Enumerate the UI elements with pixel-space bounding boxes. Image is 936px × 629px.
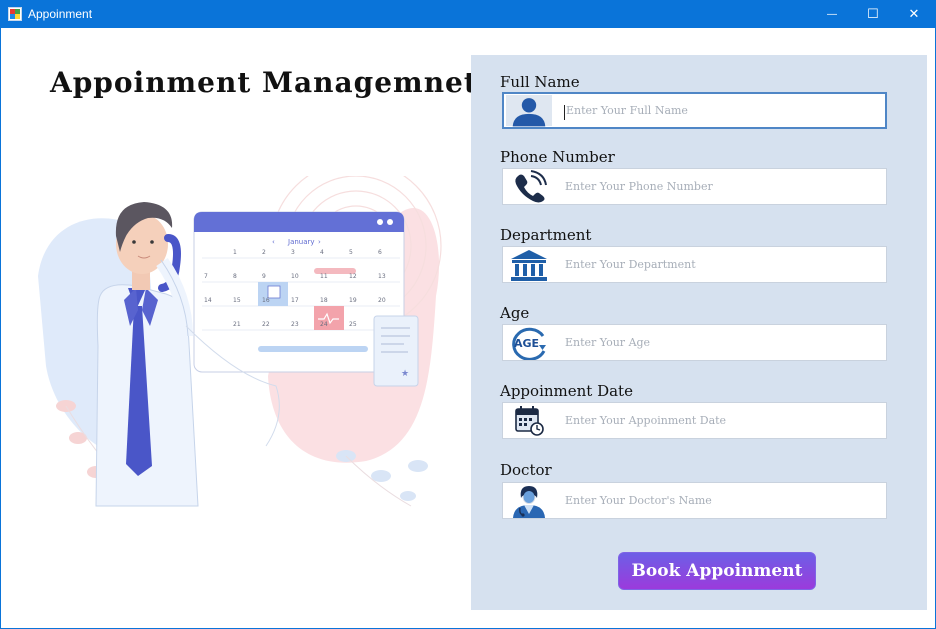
calendar-day-18: 18 bbox=[320, 297, 328, 304]
full-name-label: Full Name bbox=[500, 73, 580, 91]
maximize-button[interactable]: ☐ bbox=[853, 0, 893, 28]
age-input[interactable] bbox=[565, 325, 881, 360]
doctor-field[interactable] bbox=[502, 482, 887, 519]
minimize-button[interactable]: — bbox=[812, 0, 852, 28]
calendar-day-8: 8 bbox=[233, 273, 237, 280]
person-icon bbox=[506, 95, 552, 126]
calendar-day-21: 21 bbox=[233, 321, 241, 328]
phone-number-input[interactable] bbox=[565, 169, 881, 204]
page-title: Appoinment Managemnet bbox=[50, 66, 478, 99]
appoinment-date-field[interactable] bbox=[502, 402, 887, 439]
title-bar: Appoinment — ☐ ✕ bbox=[0, 0, 936, 28]
phone-icon bbox=[506, 169, 552, 202]
calendar-day-5: 5 bbox=[349, 249, 353, 256]
calendar-day-17: 17 bbox=[291, 297, 299, 304]
calendar-day-2: 2 bbox=[262, 249, 266, 256]
building-icon bbox=[506, 249, 552, 281]
close-button[interactable]: ✕ bbox=[894, 0, 934, 28]
calendar-day-20: 20 bbox=[378, 297, 386, 304]
age-icon-text: AGE bbox=[514, 337, 539, 350]
calendar-day-24: 24 bbox=[320, 321, 328, 328]
calendar-day-10: 10 bbox=[291, 273, 299, 280]
calendar-day-7: 7 bbox=[204, 273, 208, 280]
text-caret bbox=[564, 105, 565, 120]
calendar-day-6: 6 bbox=[378, 249, 382, 256]
calendar-clock-icon bbox=[506, 405, 552, 436]
calendar-day-15: 15 bbox=[233, 297, 241, 304]
calendar-month-label: January bbox=[287, 238, 315, 246]
close-icon: ✕ bbox=[908, 6, 920, 21]
age-field[interactable]: AGE bbox=[502, 324, 887, 361]
calendar-day-16: 16 bbox=[262, 297, 270, 304]
calendar-day-25: 25 bbox=[349, 321, 357, 328]
calendar-day-13: 13 bbox=[378, 273, 386, 280]
minimize-icon: — bbox=[827, 8, 837, 20]
calendar-day-12: 12 bbox=[349, 273, 357, 280]
phone-number-field[interactable] bbox=[502, 168, 887, 205]
calendar-day-19: 19 bbox=[349, 297, 357, 304]
full-name-input[interactable] bbox=[566, 94, 882, 127]
app-icon bbox=[8, 7, 22, 21]
appoinment-date-label: Appoinment Date bbox=[500, 382, 633, 400]
full-name-field[interactable] bbox=[502, 92, 887, 129]
calendar-day-4: 4 bbox=[320, 249, 324, 256]
maximize-icon: ☐ bbox=[867, 6, 879, 21]
department-label: Department bbox=[500, 226, 592, 244]
department-input[interactable] bbox=[565, 247, 881, 282]
doctor-icon bbox=[506, 485, 552, 518]
appoinment-date-input[interactable] bbox=[565, 403, 881, 438]
calendar-day-23: 23 bbox=[291, 321, 299, 328]
calendar-day-14: 14 bbox=[204, 297, 212, 304]
calendar-day-1: 1 bbox=[233, 249, 237, 256]
calendar-day-22: 22 bbox=[262, 321, 270, 328]
phone-number-label: Phone Number bbox=[500, 148, 615, 166]
department-field[interactable] bbox=[502, 246, 887, 283]
doctor-input[interactable] bbox=[565, 483, 881, 518]
book-appointment-button[interactable]: Book Appoinment bbox=[618, 552, 816, 590]
age-icon: AGE bbox=[506, 327, 552, 360]
doctor-calendar-illustration: ‹ January › 1 2 3 4 5 67 8 9 10 11 12 1314 15 16 17 18 1… bbox=[38, 176, 442, 507]
svg-text:‹: ‹ bbox=[272, 238, 275, 246]
svg-text:★: ★ bbox=[401, 369, 409, 379]
age-label: Age bbox=[500, 304, 530, 322]
calendar-day-3: 3 bbox=[291, 249, 295, 256]
doctor-label: Doctor bbox=[500, 461, 552, 479]
calendar-day-11: 11 bbox=[320, 273, 328, 280]
calendar-day-9: 9 bbox=[262, 273, 266, 280]
svg-text:›: › bbox=[318, 238, 321, 246]
window-title: Appoinment bbox=[28, 7, 93, 21]
